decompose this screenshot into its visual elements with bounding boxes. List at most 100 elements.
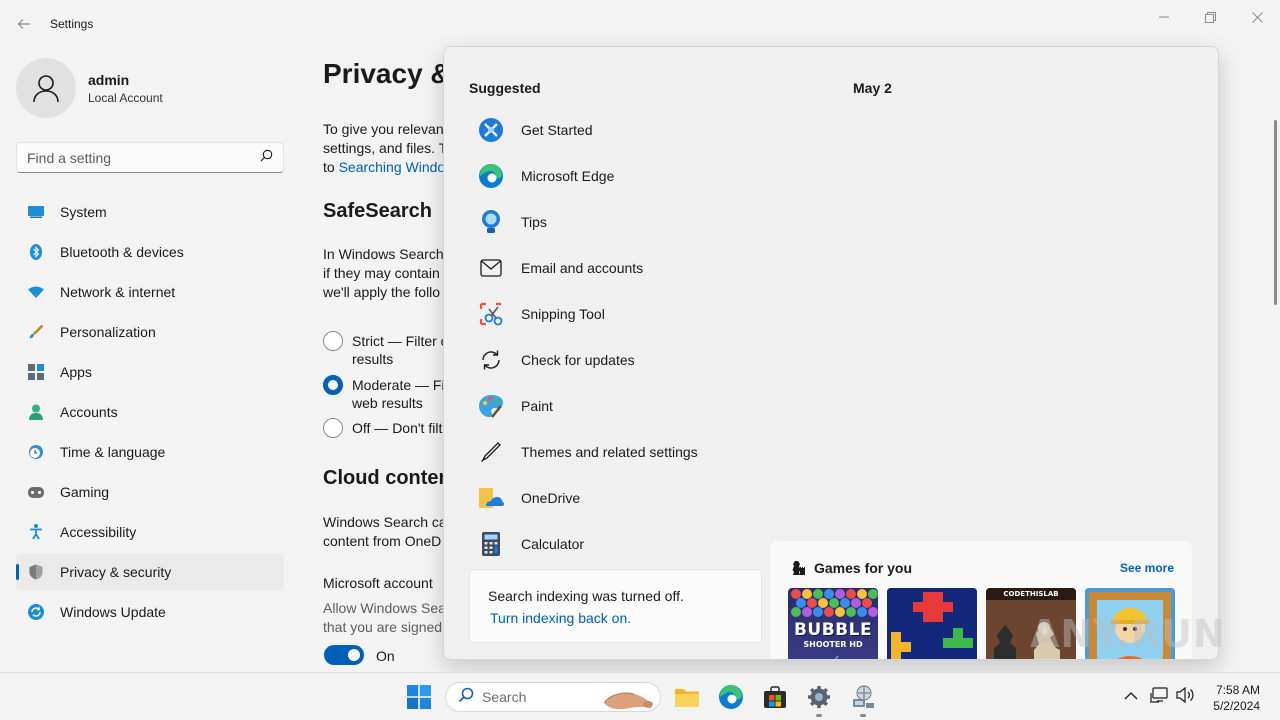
cloud-content-description: Windows Search ca content from OneD: [323, 514, 447, 549]
block-puzzle-art-icon: [887, 588, 977, 659]
clock-time: 7:58 AM: [1215, 683, 1260, 697]
sidebar-nav: System Bluetooth & devices Network & int…: [16, 194, 284, 634]
suggested-item-paint[interactable]: Paint: [469, 383, 769, 429]
radio-button[interactable]: [323, 418, 343, 438]
back-arrow-icon[interactable]: [12, 12, 36, 36]
accounts-icon: [28, 404, 44, 420]
store-button[interactable]: [761, 683, 789, 711]
sidebar-item-label: Bluetooth & devices: [60, 244, 184, 260]
shield-icon: [28, 564, 44, 580]
sidebar-item-bluetooth[interactable]: Bluetooth & devices: [16, 234, 284, 270]
sidebar-item-accessibility[interactable]: Accessibility: [16, 514, 284, 550]
sidebar-item-privacy-security[interactable]: Privacy & security: [16, 554, 284, 590]
brush-icon: [28, 324, 44, 340]
sidebar-item-label: Network & internet: [60, 284, 176, 300]
see-more-link[interactable]: See more: [1120, 561, 1174, 575]
paint-icon: [478, 393, 504, 419]
scrollbar-thumb[interactable]: [1274, 120, 1277, 305]
safesearch-off-option[interactable]: Off — Don't filt: [323, 418, 442, 438]
suggested-item-edge[interactable]: Microsoft Edge: [469, 153, 769, 199]
bluetooth-icon: [28, 244, 44, 260]
volume-icon[interactable]: [1176, 686, 1194, 708]
app-taskbar-button[interactable]: [849, 683, 877, 711]
sidebar-item-label: System: [60, 204, 107, 220]
page-title: Privacy &: [323, 58, 451, 89]
edge-taskbar-button[interactable]: [717, 683, 745, 711]
network-wired-icon[interactable]: [1150, 686, 1168, 708]
sidebar-item-gaming[interactable]: Gaming: [16, 474, 284, 510]
file-explorer-button[interactable]: [673, 683, 701, 711]
game-tile-block-puzzle[interactable]: [887, 588, 977, 659]
chevron-up-icon[interactable]: [1124, 688, 1138, 706]
suggested-item-calculator[interactable]: Calculator: [469, 521, 769, 567]
sidebar-item-label: Time & language: [60, 444, 166, 460]
date-heading: May 2: [853, 80, 892, 96]
turn-indexing-on-link[interactable]: Turn indexing back on.: [490, 610, 743, 626]
clock-globe-icon: [28, 444, 44, 460]
sidebar-item-apps[interactable]: Apps: [16, 354, 284, 390]
sidebar-item-accounts[interactable]: Accounts: [16, 394, 284, 430]
system-tray: [1124, 673, 1194, 720]
safesearch-moderate-option[interactable]: Moderate — Fi web results: [323, 375, 445, 412]
suggested-item-tips[interactable]: Tips: [469, 199, 769, 245]
indexing-notice: Search indexing was turned off. Turn ind…: [469, 569, 762, 643]
sidebar-item-personalization[interactable]: Personalization: [16, 314, 284, 350]
suggested-item-email-accounts[interactable]: Email and accounts: [469, 245, 769, 291]
game-title-line2: SHOOTER HD: [803, 640, 863, 649]
intro-text: To give you relevant settings, and files…: [323, 121, 448, 175]
tips-icon: [478, 209, 504, 235]
profile-account-type: Local Account: [88, 90, 163, 105]
get-started-icon: [478, 117, 504, 143]
find-setting-input[interactable]: [27, 149, 260, 166]
sidebar-item-label: Privacy & security: [60, 564, 172, 580]
taskbar-search-input[interactable]: [482, 689, 602, 705]
sidebar-item-system[interactable]: System: [16, 194, 284, 230]
calculator-icon: [478, 531, 504, 557]
window-title: Settings: [50, 17, 94, 31]
search-icon: [260, 149, 273, 167]
sidebar-item-label: Personalization: [60, 324, 156, 340]
sidebar-item-label: Gaming: [60, 484, 110, 500]
gear-icon: [808, 686, 830, 708]
suggested-item-get-started[interactable]: Get Started: [469, 107, 769, 153]
edge-icon: [719, 684, 743, 709]
running-indicator: [860, 714, 866, 717]
email-icon: [478, 255, 504, 281]
start-button[interactable]: [405, 683, 433, 711]
clock-date: 5/2/2024: [1213, 699, 1260, 713]
settings-taskbar-button[interactable]: [805, 683, 833, 711]
suggested-item-themes[interactable]: Themes and related settings: [469, 429, 769, 475]
apps-icon: [28, 364, 44, 380]
safesearch-strict-option[interactable]: Strict — Filter c results: [323, 331, 448, 368]
microsoft-account-label: Microsoft account: [323, 575, 433, 591]
suggested-list: Get Started Microsoft Edge Tips Email an…: [469, 107, 769, 567]
toggle-state-label: On: [376, 648, 395, 664]
sidebar-item-network[interactable]: Network & internet: [16, 274, 284, 310]
sidebar-item-windows-update[interactable]: Windows Update: [16, 594, 284, 630]
searching-windows-link[interactable]: Searching Windo: [339, 159, 446, 175]
pen-icon: [478, 439, 504, 465]
radio-button-selected[interactable]: [323, 375, 343, 395]
sidebar-item-time-language[interactable]: Time & language: [16, 434, 284, 470]
sidebar-item-label: Accessibility: [60, 524, 137, 540]
find-setting-box[interactable]: [16, 142, 284, 173]
store-icon: [764, 686, 786, 708]
game-tile-bubble-shooter[interactable]: BUBBLE SHOOTER HD: [788, 588, 878, 659]
microsoft-account-toggle[interactable]: [324, 645, 364, 665]
game-publisher-label: CODETHISLAB: [1003, 590, 1059, 598]
suggested-item-snipping-tool[interactable]: Snipping Tool: [469, 291, 769, 337]
chess-piece-icon: [790, 560, 806, 581]
taskbar-clock[interactable]: 7:58 AM 5/2/2024: [1204, 682, 1260, 714]
safesearch-description: In Windows Search, if they may contain w…: [323, 246, 448, 300]
suggested-heading: Suggested: [469, 80, 541, 96]
radio-button[interactable]: [323, 331, 343, 351]
taskbar: 7:58 AM 5/2/2024: [0, 672, 1280, 720]
suggested-item-onedrive[interactable]: OneDrive: [469, 475, 769, 521]
accessibility-icon: [28, 524, 44, 540]
onedrive-icon: [478, 485, 504, 511]
suggested-item-check-updates[interactable]: Check for updates: [469, 337, 769, 383]
start-search-flyout: Suggested May 2 Get Started Microsoft Ed…: [443, 46, 1219, 660]
taskbar-search-box[interactable]: [445, 682, 661, 712]
sidebar-item-label: Accounts: [60, 404, 118, 420]
user-profile[interactable]: admin Local Account: [16, 58, 163, 118]
